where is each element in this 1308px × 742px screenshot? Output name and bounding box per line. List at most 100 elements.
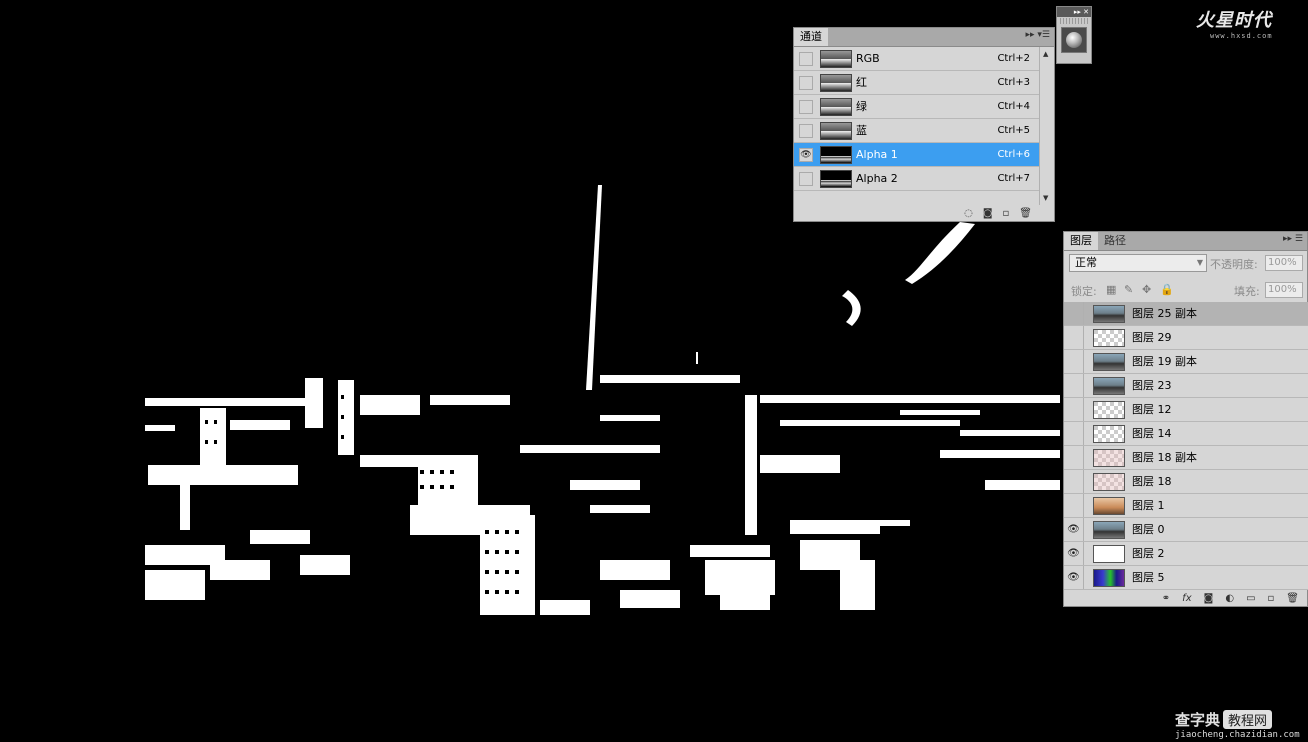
eye-icon[interactable]: 👁 xyxy=(1064,566,1084,589)
channels-panel-menu-button[interactable]: ▸▸ ▾☰ xyxy=(1026,30,1050,40)
eye-icon[interactable] xyxy=(799,51,813,66)
save-selection-icon[interactable]: ◙ xyxy=(983,208,993,219)
channel-name: Alpha 1 xyxy=(856,148,898,161)
eye-icon[interactable]: 👁 xyxy=(1064,518,1084,541)
layer-row[interactable]: 图层 1 xyxy=(1064,494,1308,518)
eye-icon[interactable] xyxy=(799,99,813,114)
channel-row[interactable]: 绿 Ctrl+4 xyxy=(794,95,1040,119)
channel-shortcut: Ctrl+7 xyxy=(997,173,1030,184)
channel-name: 蓝 xyxy=(856,124,867,137)
layer-name: 图层 5 xyxy=(1132,571,1165,584)
channel-shortcut: Ctrl+5 xyxy=(997,125,1030,136)
blend-mode-select[interactable]: 正常 ▼ xyxy=(1069,254,1207,272)
mini-palette-titlebar[interactable]: ▸▸ ✕ xyxy=(1057,7,1091,17)
fill-label: 填充: xyxy=(1234,285,1260,298)
channel-thumbnail xyxy=(820,121,852,140)
layer-row[interactable]: 👁 图层 0 xyxy=(1064,518,1308,542)
layer-name: 图层 12 xyxy=(1132,403,1172,416)
layer-row[interactable]: 👁 图层 5 xyxy=(1064,566,1308,590)
layer-name: 图层 29 xyxy=(1132,331,1172,344)
layer-name: 图层 23 xyxy=(1132,379,1172,392)
channel-shortcut: Ctrl+4 xyxy=(997,101,1030,112)
channel-thumbnail xyxy=(820,145,852,164)
eye-icon[interactable] xyxy=(799,123,813,138)
layer-name: 图层 1 xyxy=(1132,499,1165,512)
channel-scrollbar[interactable]: ▲ ▼ xyxy=(1039,47,1054,205)
style-preview-button[interactable] xyxy=(1061,27,1087,53)
layer-name: 图层 0 xyxy=(1132,523,1165,536)
trash-icon[interactable]: 🗑 xyxy=(1286,593,1299,604)
channel-row[interactable]: RGB Ctrl+2 xyxy=(794,47,1040,71)
channel-name: 红 xyxy=(856,76,867,89)
new-layer-icon[interactable]: ▫ xyxy=(1268,593,1275,604)
lock-position-icon[interactable]: ✥ xyxy=(1142,283,1151,296)
opacity-field[interactable]: 100% xyxy=(1265,255,1303,271)
layer-thumbnail xyxy=(1093,472,1125,491)
channel-shortcut: Ctrl+3 xyxy=(997,77,1030,88)
layer-thumbnail xyxy=(1093,448,1125,467)
channel-row[interactable]: 红 Ctrl+3 xyxy=(794,71,1040,95)
eye-icon[interactable] xyxy=(1064,350,1084,373)
channel-name: 绿 xyxy=(856,100,867,113)
tab-channels[interactable]: 通道 xyxy=(794,28,828,46)
eye-icon[interactable] xyxy=(1064,374,1084,397)
eye-icon[interactable]: 👁 xyxy=(1064,542,1084,565)
channel-thumbnail xyxy=(820,97,852,116)
layer-thumbnail xyxy=(1093,304,1125,323)
layer-row[interactable]: 图层 29 xyxy=(1064,326,1308,350)
mask-icon[interactable]: ◙ xyxy=(1204,593,1214,604)
layer-row[interactable]: 图层 18 xyxy=(1064,470,1308,494)
chevron-down-icon: ▼ xyxy=(1196,258,1203,267)
layer-row[interactable]: 👁 图层 2 xyxy=(1064,542,1308,566)
eye-icon[interactable]: 👁 xyxy=(799,147,813,162)
eye-icon[interactable] xyxy=(1064,302,1084,325)
group-folder-icon[interactable]: ▭ xyxy=(1246,593,1255,604)
tab-layers[interactable]: 图层 xyxy=(1064,232,1098,250)
layer-name: 图层 19 副本 xyxy=(1132,355,1197,368)
eye-icon[interactable] xyxy=(799,75,813,90)
fill-field[interactable]: 100% xyxy=(1265,282,1303,298)
channel-row[interactable]: 蓝 Ctrl+5 xyxy=(794,119,1040,143)
layer-name: 图层 18 副本 xyxy=(1132,451,1197,464)
load-selection-icon[interactable]: ◌ xyxy=(964,208,973,219)
channels-tabbar: 通道 ▸▸ ▾☰ xyxy=(794,28,1054,47)
eye-icon[interactable] xyxy=(1064,398,1084,421)
layer-row[interactable]: 图层 18 副本 xyxy=(1064,446,1308,470)
scroll-down-icon[interactable]: ▼ xyxy=(1043,194,1048,202)
layer-name: 图层 18 xyxy=(1132,475,1172,488)
eye-icon[interactable] xyxy=(1064,446,1084,469)
layers-footer: ⚭ fx ◙ ◐ ▭ ▫ 🗑 xyxy=(1064,590,1307,606)
layer-thumbnail xyxy=(1093,352,1125,371)
layer-row[interactable]: 图层 12 xyxy=(1064,398,1308,422)
fx-icon[interactable]: fx xyxy=(1182,593,1191,604)
lock-pixels-icon[interactable]: ✎ xyxy=(1124,283,1133,296)
layer-row[interactable]: 图层 14 xyxy=(1064,422,1308,446)
channel-row[interactable]: 👁 Alpha 1 Ctrl+6 xyxy=(794,143,1040,167)
opacity-label: 不透明度: xyxy=(1210,258,1258,271)
chazidian-tag: 教程网 xyxy=(1223,710,1273,729)
eye-icon[interactable] xyxy=(1064,470,1084,493)
layer-thumbnail xyxy=(1093,520,1125,539)
link-icon[interactable]: ⚭ xyxy=(1162,593,1170,604)
layer-row[interactable]: 图层 19 副本 xyxy=(1064,350,1308,374)
eye-icon[interactable] xyxy=(1064,494,1084,517)
lock-all-icon[interactable]: 🔒 xyxy=(1160,283,1174,296)
channel-row[interactable]: Alpha 2 Ctrl+7 xyxy=(794,167,1040,191)
scroll-up-icon[interactable]: ▲ xyxy=(1043,50,1048,58)
eye-icon[interactable] xyxy=(1064,422,1084,445)
channel-shortcut: Ctrl+6 xyxy=(997,149,1030,160)
layers-panel: 图层 路径 ▸▸ ☰ 正常 ▼ 不透明度: 100% 锁定: ▦ ✎ ✥ 🔒 填… xyxy=(1063,231,1308,607)
drag-grip-icon[interactable] xyxy=(1060,18,1088,24)
layer-row[interactable]: 图层 23 xyxy=(1064,374,1308,398)
eye-icon[interactable] xyxy=(799,171,813,186)
tab-paths[interactable]: 路径 xyxy=(1098,232,1132,250)
trash-icon[interactable]: 🗑 xyxy=(1019,208,1032,219)
layers-panel-menu-button[interactable]: ▸▸ ☰ xyxy=(1283,234,1303,244)
adjustment-icon[interactable]: ◐ xyxy=(1225,593,1234,604)
layer-row[interactable]: 图层 25 副本 xyxy=(1064,302,1308,326)
channels-panel: 通道 ▸▸ ▾☰ RGB Ctrl+2 红 Ctrl+3 绿 Ctrl+4 蓝 Ctrl+5 👁… xyxy=(793,27,1055,222)
new-channel-icon[interactable]: ▫ xyxy=(1003,208,1010,219)
channel-list: RGB Ctrl+2 红 Ctrl+3 绿 Ctrl+4 蓝 Ctrl+5 👁 Alpha 1 Ct… xyxy=(794,47,1040,191)
lock-transparency-icon[interactable]: ▦ xyxy=(1106,283,1116,296)
eye-icon[interactable] xyxy=(1064,326,1084,349)
